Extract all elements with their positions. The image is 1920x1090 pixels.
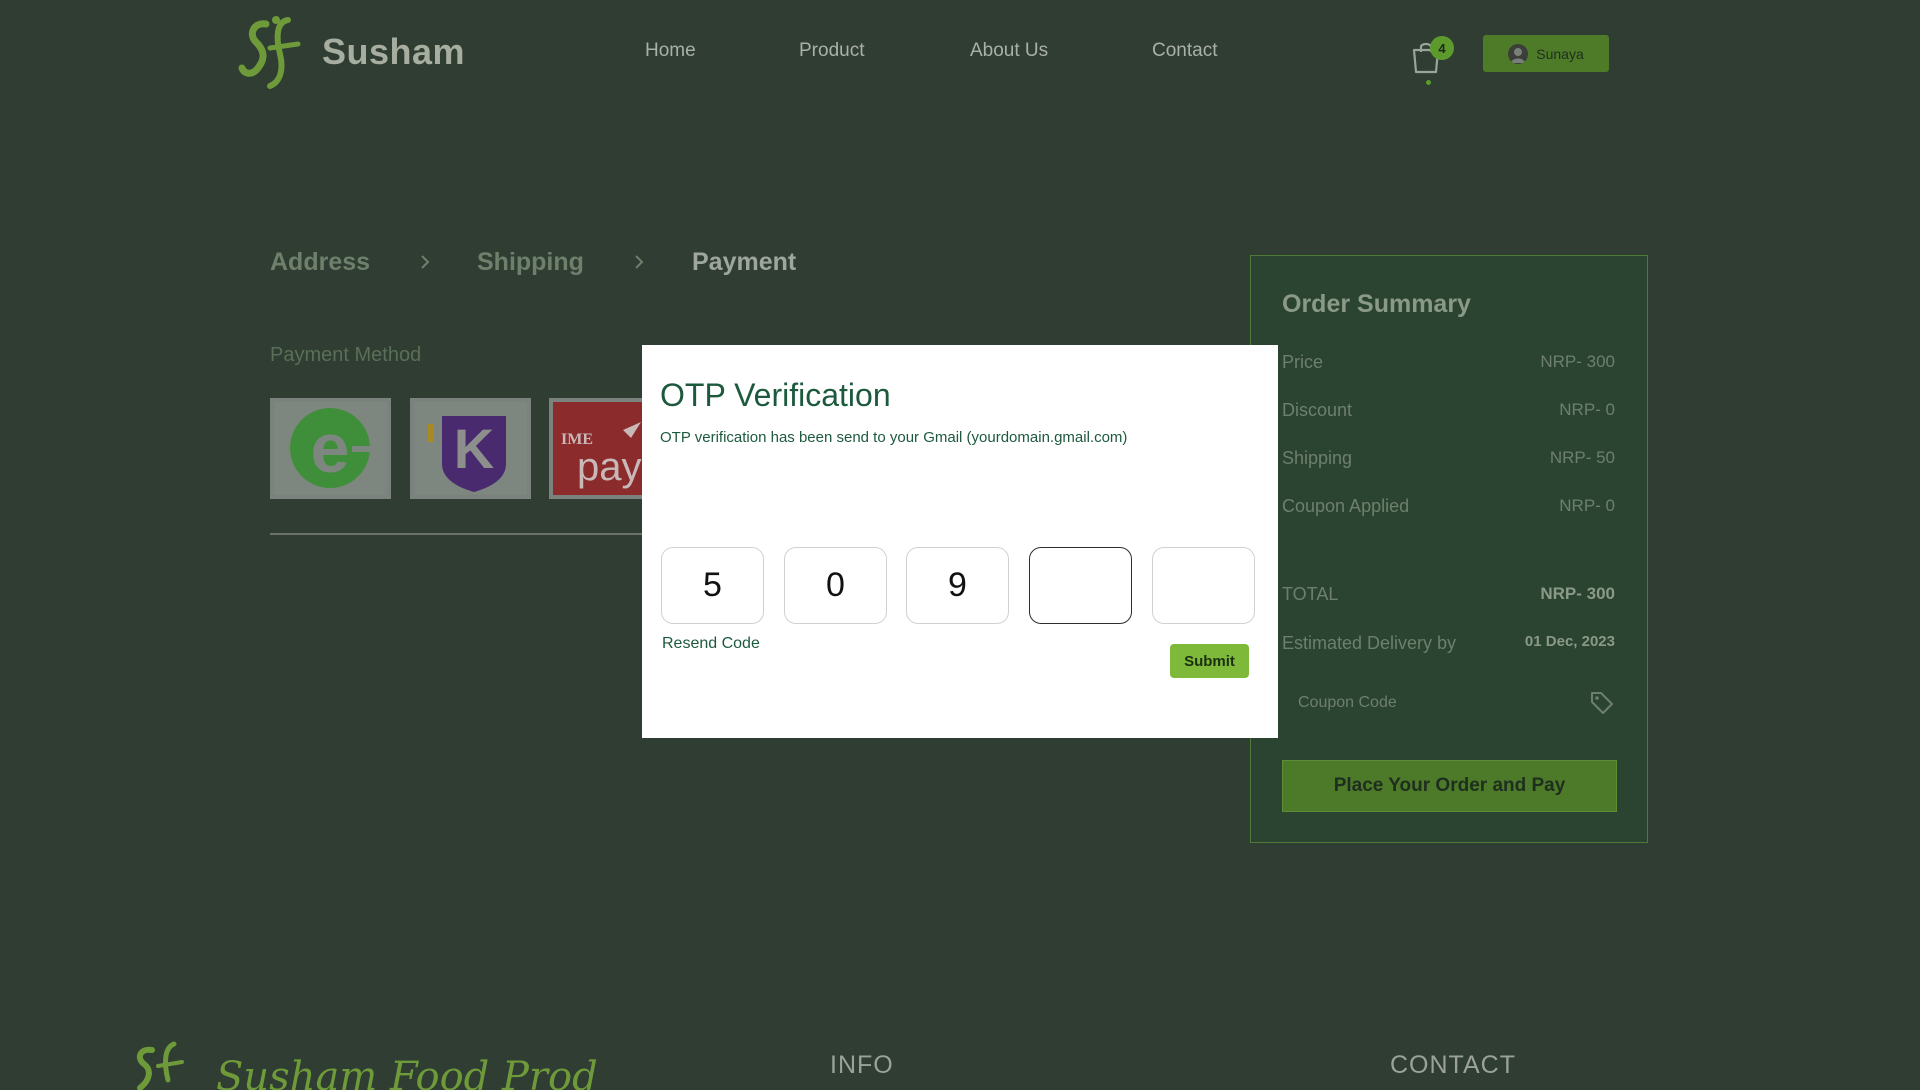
total-label: TOTAL <box>1282 584 1339 604</box>
summary-row-price: Price NRP- 300 <box>1282 352 1615 373</box>
imepay-icon: IME pay <box>561 422 642 489</box>
summary-row-discount: Discount NRP- 0 <box>1282 400 1615 421</box>
otp-digit-2[interactable] <box>784 547 887 624</box>
footer-contact-heading: CONTACT <box>1390 1051 1516 1079</box>
step-shipping[interactable]: Shipping <box>477 248 584 277</box>
delivery-label: Estimated Delivery by <box>1282 633 1457 653</box>
esewa-icon: e <box>290 408 370 488</box>
payment-esewa[interactable]: e <box>270 398 391 499</box>
summary-row-total: TOTAL NRP- 300 <box>1282 584 1615 605</box>
payment-imepay[interactable]: IME pay <box>549 398 643 499</box>
delivery-date: 01 Dec, 2023 <box>1524 633 1615 650</box>
summary-value: NRP- 0 <box>1559 496 1615 515</box>
chevron-right-icon <box>421 255 430 269</box>
otp-digit-5[interactable] <box>1152 547 1255 624</box>
summary-value: NRP- 0 <box>1559 400 1615 419</box>
nav-contact[interactable]: Contact <box>1152 40 1217 62</box>
brand-name: Susham <box>322 31 466 72</box>
summary-label: Shipping <box>1282 448 1353 468</box>
nav-product[interactable]: Product <box>799 40 864 62</box>
otp-digit-3[interactable] <box>906 547 1009 624</box>
order-summary-title: Order Summary <box>1282 290 1471 318</box>
step-payment[interactable]: Payment <box>692 248 796 277</box>
order-summary-panel: Order Summary Price NRP- 300 Discount NR… <box>1250 255 1648 843</box>
user-menu-button[interactable]: Sunaya <box>1483 35 1609 72</box>
nav-about-us[interactable]: About Us <box>970 40 1048 62</box>
logo-mark-icon <box>238 16 301 89</box>
coupon-field <box>1282 683 1615 723</box>
modal-description: OTP verification has been send to your G… <box>660 429 1128 446</box>
otp-digit-4[interactable] <box>1029 547 1132 624</box>
summary-row-coupon-applied: Coupon Applied NRP- 0 <box>1282 496 1615 517</box>
summary-row-delivery: Estimated Delivery by 01 Dec, 2023 <box>1282 633 1615 654</box>
summary-label: Discount <box>1282 400 1353 420</box>
cart-count-badge: 4 <box>1430 36 1454 60</box>
coupon-code-input[interactable] <box>1282 693 1560 713</box>
user-avatar-icon <box>1511 47 1526 63</box>
total-value: NRP- 300 <box>1540 584 1615 603</box>
chevron-right-icon <box>635 255 644 269</box>
payment-divider <box>270 533 670 535</box>
summary-value: NRP- 50 <box>1549 448 1615 467</box>
svg-text:pay: pay <box>577 445 642 489</box>
submit-button[interactable]: Submit <box>1170 644 1249 678</box>
payment-method-label: Payment Method <box>270 344 422 366</box>
footer-info-heading: INFO <box>830 1051 894 1079</box>
step-address[interactable]: Address <box>270 248 370 277</box>
modal-title: OTP Verification <box>660 377 891 413</box>
summary-label: Price <box>1282 352 1324 372</box>
avatar <box>1508 43 1529 64</box>
tag-icon[interactable] <box>1589 690 1615 716</box>
footer-logo: Susham Food Products <box>136 1041 600 1090</box>
otp-verification-modal: OTP Verification OTP verification has be… <box>642 345 1278 738</box>
user-name: Sunaya <box>1536 45 1584 62</box>
cart-button[interactable]: 4 <box>1410 36 1454 88</box>
nav-home[interactable]: Home <box>645 40 696 62</box>
payment-khalti[interactable]: K <box>410 398 531 499</box>
place-order-button[interactable]: Place Your Order and Pay <box>1282 760 1617 812</box>
brand-logo[interactable]: Susham <box>236 14 465 90</box>
otp-digit-1[interactable] <box>661 547 764 624</box>
cart-indicator-dot <box>1426 80 1431 85</box>
resend-code-link[interactable]: Resend Code <box>662 635 760 653</box>
svg-text:K: K <box>454 417 494 480</box>
footer-tagline: Susham Food Products <box>216 1054 600 1090</box>
svg-text:e: e <box>311 409 350 487</box>
khalti-icon: K <box>428 416 506 492</box>
summary-value: NRP- 300 <box>1540 352 1615 371</box>
summary-row-shipping: Shipping NRP- 50 <box>1282 448 1615 469</box>
summary-label: Coupon Applied <box>1282 496 1410 516</box>
